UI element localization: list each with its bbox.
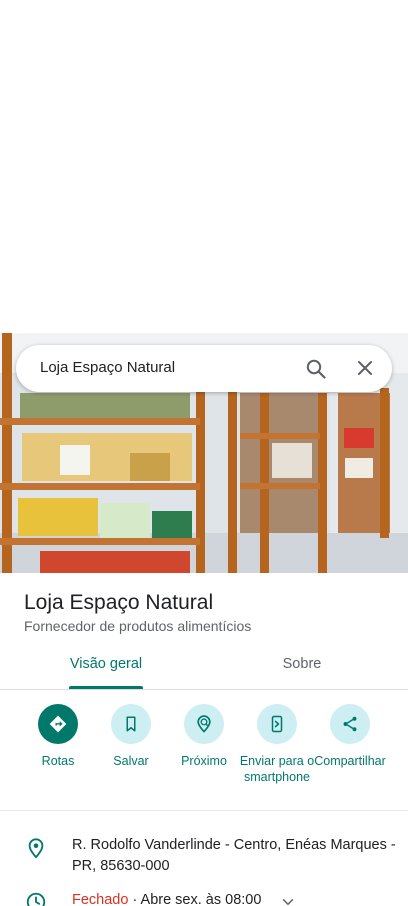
bookmark-icon bbox=[111, 704, 151, 744]
nearby-icon bbox=[184, 704, 224, 744]
directions-label: Rotas bbox=[41, 754, 75, 768]
send-to-phone-button[interactable]: Enviar para o smartphone bbox=[237, 704, 317, 785]
place-category[interactable]: Fornecedor de produtos alimentícios bbox=[24, 618, 251, 634]
location-pin-icon bbox=[25, 836, 47, 860]
tab-overview[interactable]: Visão geral bbox=[50, 656, 162, 689]
send-to-phone-label: Enviar para o smartphone bbox=[239, 754, 315, 784]
actions-divider bbox=[0, 810, 408, 811]
tab-about[interactable]: Sobre bbox=[250, 656, 354, 689]
directions-button[interactable]: Rotas bbox=[18, 704, 98, 769]
share-icon bbox=[330, 704, 370, 744]
search-bar[interactable]: Loja Espaço Natural bbox=[16, 345, 392, 392]
share-button[interactable]: Compartilhar bbox=[310, 704, 390, 769]
hours-status: Fechado bbox=[72, 892, 129, 906]
chevron-down-icon[interactable] bbox=[279, 893, 297, 906]
address-text[interactable]: R. Rodolfo Vanderlinde - Centro, Enéas M… bbox=[72, 835, 397, 877]
clock-icon bbox=[25, 891, 47, 906]
place-title: Loja Espaço Natural bbox=[24, 591, 214, 614]
hours-row[interactable]: Fechado · Abre sex. às 08:00 bbox=[72, 892, 261, 906]
search-input[interactable]: Loja Espaço Natural bbox=[40, 359, 175, 376]
blank-area bbox=[0, 0, 408, 333]
directions-icon bbox=[38, 704, 78, 744]
search-icon[interactable] bbox=[304, 357, 328, 381]
nearby-label: Próximo bbox=[181, 754, 227, 768]
share-label: Compartilhar bbox=[314, 754, 386, 768]
close-icon[interactable] bbox=[353, 356, 377, 380]
tabs-divider bbox=[0, 689, 408, 690]
send-to-phone-icon bbox=[257, 704, 297, 744]
nearby-button[interactable]: Próximo bbox=[164, 704, 244, 769]
save-label: Salvar bbox=[113, 754, 149, 768]
save-button[interactable]: Salvar bbox=[91, 704, 171, 769]
hours-next-open: · Abre sex. às 08:00 bbox=[128, 892, 262, 906]
